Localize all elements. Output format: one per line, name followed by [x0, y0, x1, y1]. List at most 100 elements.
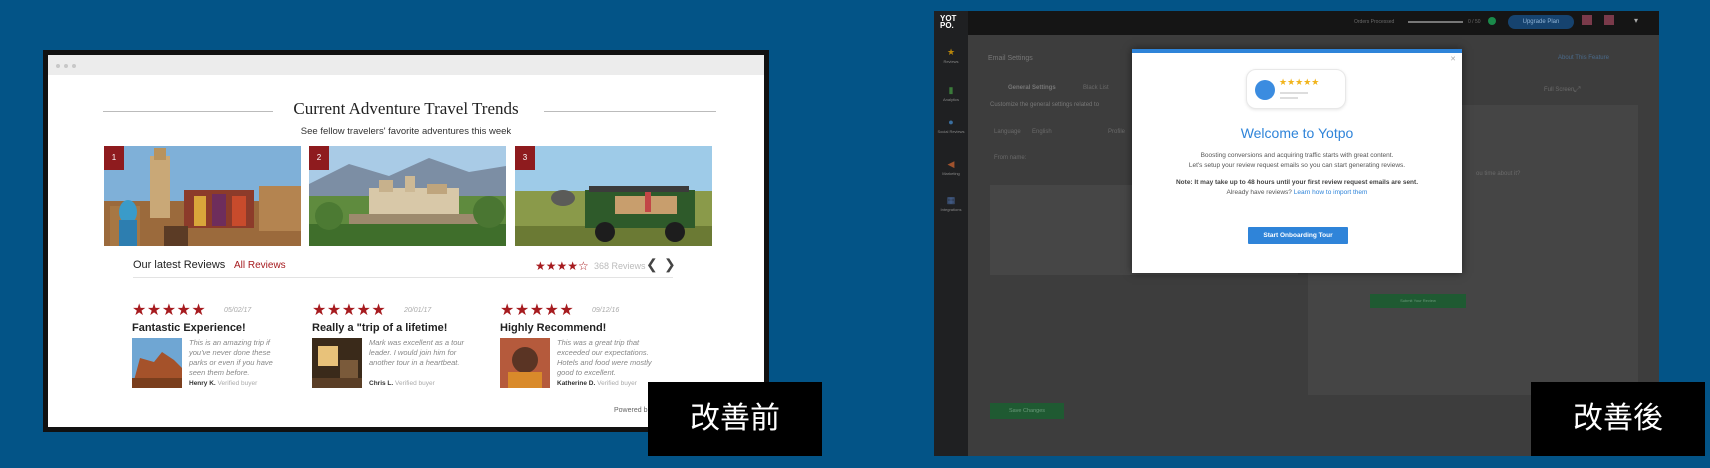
orders-label: Orders Processed: [1354, 19, 1395, 25]
full-screen-button[interactable]: Full Screen: [1544, 87, 1574, 93]
welcome-modal: ✕ ★★★★★ Welcome to Yotpo Boosting conver…: [1132, 49, 1462, 273]
placeholder-line: [1280, 97, 1298, 99]
review-body: This was a great trip that exceeded our …: [557, 338, 652, 377]
verified-badge: Verified buyer: [395, 380, 435, 387]
status-icon: [1488, 17, 1496, 25]
review-date: 20/01/17: [404, 307, 432, 314]
review-thumbnail[interactable]: [312, 338, 362, 388]
about-feature-link[interactable]: About This Feature: [1558, 55, 1609, 61]
review-title: Fantastic Experience!: [132, 322, 246, 334]
orders-count: 0 / 50: [1468, 19, 1481, 25]
start-onboarding-button[interactable]: Start Onboarding Tour: [1248, 227, 1348, 244]
canyon-image: [132, 338, 182, 388]
after-caption: 改善後: [1531, 382, 1705, 456]
modal-title: Welcome to Yotpo: [1240, 125, 1354, 141]
grid-icon[interactable]: ▦: [942, 195, 960, 206]
chat-icon[interactable]: ●: [942, 117, 960, 127]
prev-arrow-icon[interactable]: ❮: [646, 256, 658, 273]
modal-body-line: Let's setup your review request emails s…: [1188, 162, 1406, 169]
rank-badge: 3: [515, 146, 535, 170]
star-icon[interactable]: ★: [942, 47, 960, 58]
review-stars: ★★★★★: [500, 302, 575, 319]
trend-photo-2[interactable]: 2: [309, 146, 506, 246]
review-author-line: Henry K. Verified buyer: [189, 380, 257, 387]
review-date: 09/12/16: [592, 307, 620, 314]
section-subtitle: See fellow travelers' favorite adventure…: [300, 126, 512, 137]
user-icon[interactable]: ▾: [1634, 16, 1638, 25]
trend-photo-1[interactable]: 1: [104, 146, 301, 246]
import-link[interactable]: Learn how to import them: [1294, 189, 1368, 196]
avatar-icon: [1255, 80, 1275, 100]
portrait-image: [500, 338, 550, 388]
verified-badge: Verified buyer: [217, 380, 258, 387]
card-stars: ★★★★★: [1279, 77, 1320, 87]
modal-note: Note: It may take up to 48 hours until y…: [1132, 178, 1462, 198]
verified-badge: Verified buyer: [597, 380, 637, 387]
modal-accent-bar: [1132, 49, 1462, 53]
app-sidebar: YOT PO. ★ Reviews ▮ Analytics ● Social R…: [934, 11, 968, 456]
trend-photo-3[interactable]: 3: [515, 146, 712, 246]
page-title: Email Settings: [988, 55, 1033, 62]
customize-text: Customize the general settings related t…: [990, 102, 1100, 108]
flag-icon[interactable]: [1604, 15, 1614, 25]
review-body: This is an amazing trip if you've never …: [189, 338, 273, 377]
review-card: ★★★★★ 20/01/17 Really a "trip of a lifet…: [312, 300, 487, 410]
reviews-heading: Our latest Reviews: [133, 259, 226, 271]
close-icon[interactable]: ✕: [1450, 55, 1456, 63]
review-count[interactable]: 368 Reviews: [594, 261, 646, 271]
language-select[interactable]: English: [1032, 129, 1052, 135]
all-reviews-link[interactable]: All Reviews: [234, 260, 286, 271]
review-stars: ★★★★★: [312, 302, 387, 319]
placeholder-line: [1280, 92, 1308, 94]
bar-chart-icon[interactable]: ▮: [942, 85, 960, 96]
review-stars: ★★★★★: [132, 302, 207, 319]
sidebar-label: Analytics: [942, 97, 959, 102]
tab-general-settings[interactable]: General Settings: [1008, 85, 1056, 91]
review-card: ★★★★★ 05/02/17 Fantastic Experience! Thi…: [132, 300, 307, 410]
review-thumbnail[interactable]: [132, 338, 182, 388]
sidebar-label: Marketing: [942, 171, 960, 176]
modal-note-text: Note: It may take up to 48 hours until y…: [1175, 179, 1418, 186]
modal-body-line: Boosting conversions and acquiring traff…: [1200, 152, 1394, 159]
next-arrow-icon[interactable]: ❯: [664, 256, 676, 273]
hilltown-image: [309, 146, 506, 246]
submit-review-button[interactable]: Submit Your Review: [1370, 294, 1466, 308]
upgrade-plan-button[interactable]: Upgrade Plan: [1508, 15, 1574, 29]
powered-by-label: Powered b: [614, 407, 648, 414]
review-card-illustration: ★★★★★: [1246, 69, 1346, 109]
divider: [133, 277, 673, 278]
tab-black-list[interactable]: Black List: [1083, 85, 1109, 91]
modal-body: Boosting conversions and acquiring traff…: [1132, 151, 1462, 171]
before-caption: 改善前: [648, 382, 822, 456]
sidebar-label: Reviews: [943, 59, 959, 64]
app-topbar: Orders Processed 0 / 50 Upgrade Plan ▾: [968, 11, 1659, 35]
review-author: Chris L.: [369, 380, 394, 387]
review-body: Mark was excellent as a tour leader. I w…: [369, 338, 465, 367]
section-title: Current Adventure Travel Trends: [293, 99, 519, 118]
yotpo-logo: YOT PO.: [940, 14, 957, 30]
travel-widget: Current Adventure Travel Trends See fell…: [48, 55, 764, 427]
already-text: Already have reviews?: [1226, 189, 1292, 196]
rank-badge: 2: [309, 146, 329, 170]
sidebar-label: Social Reviews: [937, 129, 965, 134]
profile-label: Profile: [1108, 129, 1126, 135]
preview-question: ou time about it?: [1476, 171, 1521, 177]
review-thumbnail[interactable]: [500, 338, 550, 388]
from-name-label: From name:: [994, 155, 1027, 161]
rank-badge: 1: [104, 146, 124, 170]
safari-image: [515, 146, 712, 246]
flag-icon[interactable]: [1582, 15, 1592, 25]
review-author-line: Chris L. Verified buyer: [369, 380, 435, 387]
market-image: [104, 146, 301, 246]
review-author: Katherine D.: [557, 380, 596, 387]
language-label: Language: [994, 129, 1021, 135]
expand-icon[interactable]: ⤢: [1574, 85, 1580, 95]
save-changes-button[interactable]: Save Changes: [990, 403, 1064, 419]
interior-image: [312, 338, 362, 388]
review-date: 05/02/17: [224, 307, 252, 314]
review-author: Henry K.: [189, 380, 216, 387]
review-title: Highly Recommend!: [500, 322, 607, 334]
megaphone-icon[interactable]: ◀: [942, 159, 960, 170]
review-title: Really a "trip of a lifetime!: [312, 322, 448, 334]
review-author-line: Katherine D. Verified buyer: [557, 380, 637, 387]
